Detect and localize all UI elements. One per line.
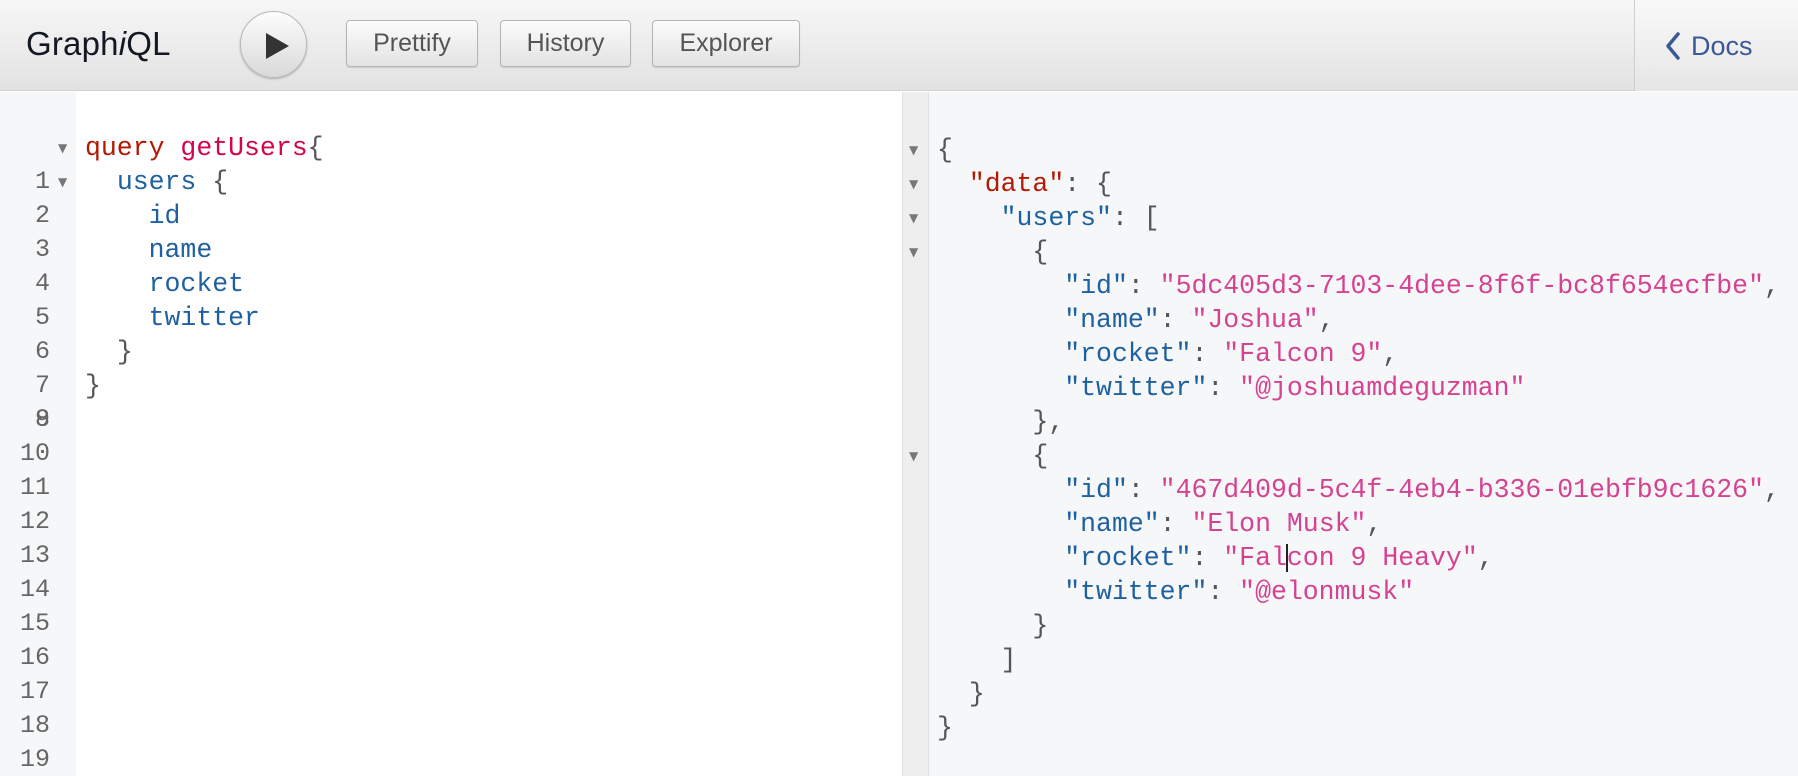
json-string: "Elon Musk" [1191,509,1367,539]
json-key: "rocket" [1064,339,1192,369]
line-number: 9 [34,405,50,434]
result-line: } [1032,611,1049,641]
graphiql-logo: GraphiQL [26,25,171,62]
line-number: 12 [19,507,50,536]
result-line: ] [1000,645,1017,675]
json-key: "id" [1064,271,1128,301]
json-string: "467d409d-5c4f-4eb4-b336-01ebfb9c1626" [1159,475,1764,505]
result-line: "name": "Joshua", [1064,305,1335,335]
json-key: "rocket" [1064,543,1192,573]
result-viewer: ▼ { ▼ "data": { ▼ "users": [ ▼ { "id": "… [909,92,1798,776]
json-key: "twitter" [1064,577,1208,607]
result-line: "id": "5dc405d3-7103-4dee-8f6f-bc8f654ec… [1064,271,1780,301]
result-line: } [968,679,985,709]
result-line: ▼ "data": { [909,169,1112,199]
query-field: name [148,235,213,265]
query-field: users [116,167,197,197]
line-number: 16 [19,643,50,672]
json-key: "users" [1000,203,1112,233]
query-field: twitter [148,303,260,333]
fold-arrow-icon[interactable]: ▼ [909,439,918,473]
result-line: } [937,713,953,743]
operation-name: getUsers [180,133,308,163]
fold-arrow-icon[interactable]: ▼ [58,131,67,165]
code-line: 7 } [0,335,133,400]
result-line: "twitter": "@joshuamdeguzman" [1064,373,1526,403]
fold-arrow-icon[interactable]: ▼ [909,133,918,167]
json-key: "name" [1064,305,1160,335]
line-number: 17 [19,677,50,706]
json-key: "name" [1064,509,1160,539]
code-line: 4 name [0,233,212,298]
result-line: "name": "Elon Musk", [1064,509,1383,539]
json-key: "id" [1064,475,1128,505]
json-key: "data" [968,169,1065,199]
toolbar: GraphiQL Prettify History Explorer Docs [0,0,1798,91]
result-line: }, [1032,407,1065,437]
fold-arrow-icon[interactable]: ▼ [909,201,918,235]
json-string: "@elonmusk" [1239,577,1415,607]
result-line: ▼ { [909,441,1049,471]
line-number: 15 [19,609,50,638]
line-number: 10 [19,439,50,468]
fold-arrow-icon[interactable]: ▼ [909,235,918,269]
result-line: "rocket": "Falcon 9 Heavy", [1064,543,1494,573]
query-editor[interactable]: 1 ▼ query getUsers{ 2 ▼ users { 3 id 4 n… [0,92,902,776]
line-number: 18 [19,711,50,740]
json-string: "Falcon 9" [1223,339,1383,369]
result-line: "id": "467d409d-5c4f-4eb4-b336-01ebfb9c1… [1064,475,1780,505]
result-line: ▼ { [909,237,1049,267]
line-number: 19 [19,745,50,774]
docs-area: Docs [1634,0,1798,91]
docs-button[interactable]: Docs [1665,26,1753,66]
code-line: 2 ▼ users { [0,165,228,230]
play-icon [266,33,289,59]
history-button[interactable]: History [500,20,631,67]
result-line: "rocket": "Falcon 9", [1064,339,1399,369]
json-string: "@joshuamdeguzman" [1239,373,1526,403]
query-field: rocket [148,269,245,299]
result-line: ▼ "users": [ [909,203,1160,233]
result-line: ▼ { [909,135,953,165]
code-line: 8 } [0,369,101,434]
json-string: "Joshua" [1191,305,1319,335]
prettify-button[interactable]: Prettify [346,20,478,67]
result-line: "twitter": "@elonmusk" [1064,577,1415,607]
chevron-left-icon [1666,32,1680,60]
code-line: 6 twitter [0,301,260,366]
code-line: 5 rocket [0,267,244,332]
query-keyword: query [85,133,165,163]
fold-arrow-icon[interactable]: ▼ [58,165,67,199]
code-line: 1 ▼ query getUsers{ [0,131,324,196]
json-key: "twitter" [1064,373,1208,403]
line-number: 13 [19,541,50,570]
docs-label: Docs [1691,31,1753,61]
line-number: 11 [19,473,50,502]
query-field: id [148,201,181,231]
execute-query-button[interactable] [240,11,307,78]
json-string: "Falcon 9 Heavy" [1223,543,1478,573]
explorer-button[interactable]: Explorer [652,20,800,67]
fold-arrow-icon[interactable]: ▼ [909,167,918,201]
line-number: 14 [19,575,50,604]
json-string: "5dc405d3-7103-4dee-8f6f-bc8f654ecfbe" [1159,271,1764,301]
code-line: 3 id [0,199,180,264]
